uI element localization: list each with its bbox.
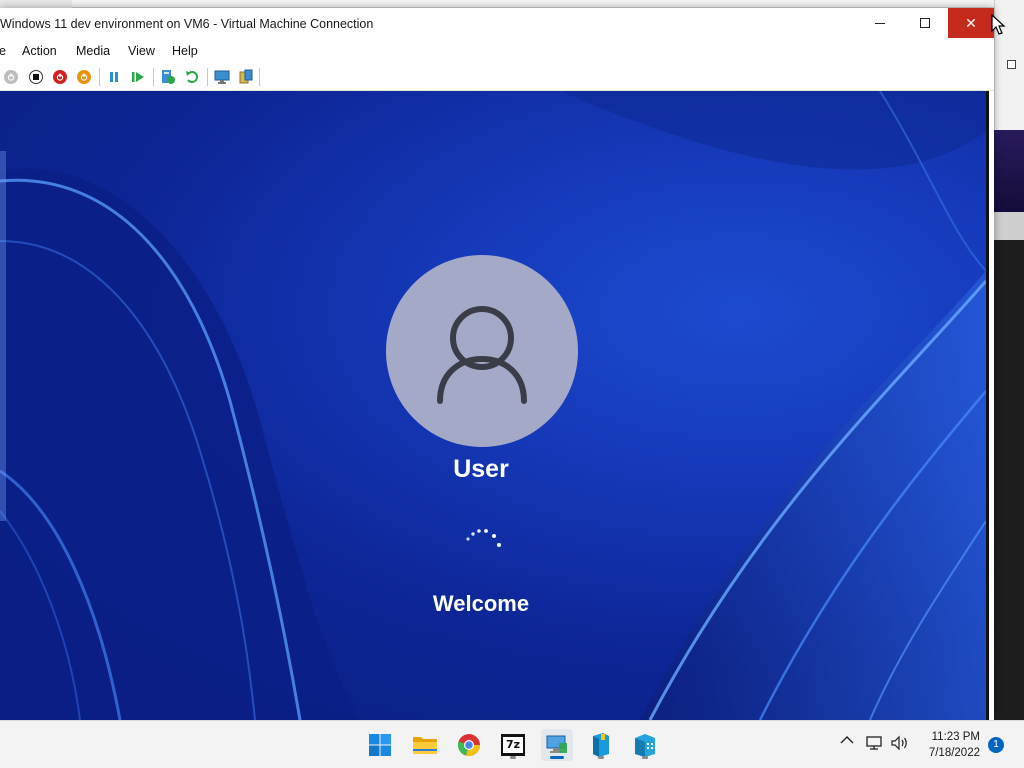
taskbar-7zip[interactable]: 7z xyxy=(497,729,529,761)
taskbar-chrome[interactable] xyxy=(453,729,485,761)
toolbar xyxy=(0,64,994,91)
shut-down-button[interactable] xyxy=(51,68,69,86)
title-bar[interactable]: Windows 11 dev environment on VM6 - Virt… xyxy=(0,8,994,40)
welcome-status: Welcome xyxy=(432,591,530,616)
minimize-button[interactable] xyxy=(857,8,903,38)
clock-time: 11:23 PM xyxy=(931,731,980,743)
pause-button[interactable] xyxy=(105,68,123,86)
volume-button[interactable] xyxy=(890,735,910,751)
checkpoint-icon xyxy=(162,70,175,84)
taskbar-vm-connection[interactable] xyxy=(541,729,573,761)
menu-bar: e Action Media View Help xyxy=(0,40,994,62)
checkpoint-button[interactable] xyxy=(159,68,177,86)
maximize-button[interactable] xyxy=(902,8,948,38)
save-state-button[interactable] xyxy=(75,68,93,86)
user-avatar xyxy=(386,255,578,447)
menu-media[interactable]: Media xyxy=(76,44,110,58)
maximize-icon xyxy=(920,18,930,28)
running-indicator xyxy=(642,756,648,759)
revert-icon xyxy=(186,71,198,83)
taskbar-app-blue-1[interactable] xyxy=(585,729,617,761)
toolbar-separator xyxy=(99,68,100,86)
7zip-label: 7z xyxy=(503,737,523,753)
ctrl-alt-del-icon xyxy=(4,70,18,84)
server-manager-icon xyxy=(593,733,609,757)
background-window-toolbar xyxy=(994,212,1024,240)
building-icon xyxy=(635,734,655,757)
power-icon xyxy=(77,70,91,84)
toolbar-separator xyxy=(153,68,154,86)
vm-connection-icon xyxy=(546,735,567,753)
desktop: Windows 11 dev environment on VM6 - Virt… xyxy=(0,0,1024,768)
turn-off-icon xyxy=(29,70,43,84)
shut-down-icon xyxy=(53,70,67,84)
taskbar-app-blue-2[interactable] xyxy=(629,729,661,761)
notification-badge[interactable]: 1 xyxy=(988,737,1004,753)
share-button[interactable] xyxy=(237,68,255,86)
toolbar-separator xyxy=(207,68,208,86)
menu-view[interactable]: View xyxy=(128,44,155,58)
user-icon xyxy=(437,306,527,404)
close-button[interactable]: ✕ xyxy=(948,8,994,38)
taskbar: 7z 11:23 PM 7/18/2022 1 xyxy=(0,720,1024,768)
loading-spinner-icon xyxy=(462,521,502,551)
mouse-cursor-icon xyxy=(991,14,1006,35)
share-icon xyxy=(239,69,253,84)
window-title: Windows 11 dev environment on VM6 - Virt… xyxy=(0,17,374,31)
minimize-icon xyxy=(875,22,885,24)
close-icon: ✕ xyxy=(965,14,977,31)
revert-button[interactable] xyxy=(183,68,201,86)
vm-display[interactable]: User Welcome xyxy=(0,91,986,720)
taskbar-file-explorer[interactable] xyxy=(409,729,441,761)
chrome-icon xyxy=(457,734,480,757)
running-indicator xyxy=(598,756,604,759)
running-indicator xyxy=(550,756,564,759)
vm-display-border xyxy=(986,91,994,720)
clock[interactable]: 11:23 PM 7/18/2022 xyxy=(918,729,980,761)
speaker-icon xyxy=(891,735,907,751)
7zip-icon: 7z xyxy=(501,734,525,756)
resume-icon xyxy=(132,72,144,82)
user-name: User xyxy=(453,455,509,483)
background-window-content xyxy=(994,130,1024,212)
ctrl-alt-del-button[interactable] xyxy=(2,68,20,86)
menu-file[interactable]: e xyxy=(0,44,6,58)
show-hidden-icons-button[interactable] xyxy=(840,735,854,745)
chevron-up-icon xyxy=(840,736,854,744)
background-window-maximize-icon[interactable] xyxy=(1007,60,1016,69)
running-indicator xyxy=(510,756,516,759)
clock-date: 7/18/2022 xyxy=(928,747,980,759)
start-button[interactable] xyxy=(364,729,396,761)
menu-help[interactable]: Help xyxy=(172,44,198,58)
vm-connection-window: Windows 11 dev environment on VM6 - Virt… xyxy=(0,8,994,720)
network-button[interactable] xyxy=(866,735,884,751)
enhanced-session-button[interactable] xyxy=(213,68,231,86)
network-icon xyxy=(866,736,882,750)
enhanced-session-icon xyxy=(214,70,230,84)
windows-start-icon xyxy=(369,734,391,756)
menu-action[interactable]: Action xyxy=(22,44,57,58)
pause-icon xyxy=(110,72,118,82)
folder-icon xyxy=(413,737,437,754)
resume-button[interactable] xyxy=(129,68,147,86)
background-window-edge xyxy=(72,0,1024,8)
toolbar-separator xyxy=(259,68,260,86)
turn-off-button[interactable] xyxy=(27,68,45,86)
background-window[interactable] xyxy=(994,0,1024,720)
